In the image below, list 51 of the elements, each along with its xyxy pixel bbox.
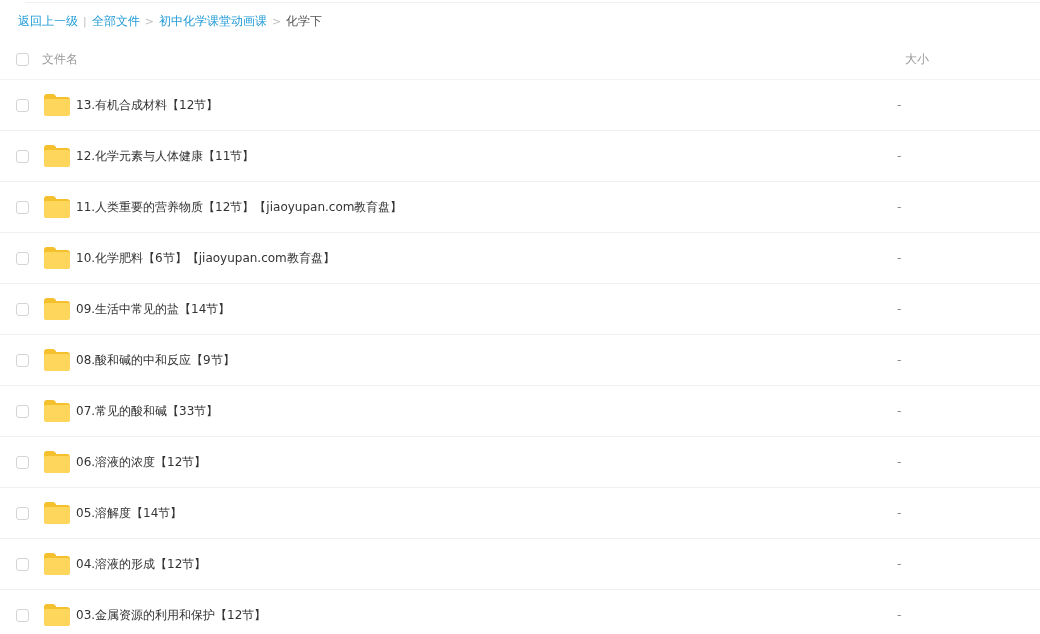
folder-icon xyxy=(44,349,70,371)
breadcrumb-separator: > xyxy=(271,15,282,28)
folder-icon xyxy=(44,604,70,626)
folder-name[interactable]: 13.有机合成材料【12节】 xyxy=(76,96,219,114)
file-size: - xyxy=(897,455,902,469)
file-size: - xyxy=(897,506,902,520)
folder-icon xyxy=(44,298,70,320)
row-checkbox[interactable] xyxy=(16,557,29,571)
folder-icon xyxy=(44,553,70,575)
folder-icon xyxy=(44,94,70,116)
folder-name[interactable]: 04.溶液的形成【12节】 xyxy=(76,555,207,573)
file-size: - xyxy=(897,149,902,163)
row-checkbox[interactable] xyxy=(16,200,29,214)
folder-name[interactable]: 03.金属资源的利用和保护【12节】 xyxy=(76,606,267,624)
folder-name[interactable]: 08.酸和碱的中和反应【9节】 xyxy=(76,351,235,369)
file-size: - xyxy=(897,404,902,418)
row-checkbox[interactable] xyxy=(16,506,29,520)
folder-icon xyxy=(44,400,70,422)
column-header: 文件名 xyxy=(42,51,78,68)
row-checkbox[interactable] xyxy=(16,353,29,367)
row-checkbox[interactable] xyxy=(16,251,29,265)
file-size: - xyxy=(897,608,902,622)
row-checkbox[interactable] xyxy=(16,404,29,418)
row-checkbox[interactable] xyxy=(16,455,29,469)
folder-name[interactable]: 11.人类重要的营养物质【12节】【jiaoyupan.com教育盘】 xyxy=(76,198,403,216)
folder-name[interactable]: 12.化学元素与人体健康【11节】 xyxy=(76,147,255,165)
folder-icon xyxy=(44,247,70,269)
file-size: - xyxy=(897,353,902,367)
folder-name[interactable]: 09.生活中常见的盐【14节】 xyxy=(76,300,231,318)
file-size: - xyxy=(897,302,902,316)
row-checkbox[interactable] xyxy=(16,98,29,112)
folder-icon xyxy=(44,196,70,218)
folder-icon xyxy=(44,451,70,473)
file-size: - xyxy=(897,557,902,571)
folder-name[interactable]: 10.化学肥料【6节】【jiaoyupan.com教育盘】 xyxy=(76,249,335,267)
row-checkbox[interactable] xyxy=(16,608,29,622)
breadcrumb-separator: > xyxy=(144,15,154,28)
folder-name[interactable]: 05.溶解度【14节】 xyxy=(76,504,183,522)
file-size: - xyxy=(897,98,902,112)
folder-name[interactable]: 06.溶液的浓度【12节】 xyxy=(76,453,207,471)
row-checkbox[interactable] xyxy=(16,149,29,163)
file-size: - xyxy=(897,200,902,214)
select-all-checkbox[interactable] xyxy=(16,53,29,66)
folder-icon xyxy=(44,502,70,524)
breadcrumb-current: 化学下 xyxy=(286,13,323,30)
file-size: - xyxy=(897,251,902,265)
row-checkbox[interactable] xyxy=(16,302,29,316)
column-header: 大小 xyxy=(905,51,929,68)
folder-icon xyxy=(44,145,70,167)
folder-name[interactable]: 07.常见的酸和碱【33节】 xyxy=(76,402,219,420)
breadcrumb-separator: | xyxy=(83,15,87,28)
